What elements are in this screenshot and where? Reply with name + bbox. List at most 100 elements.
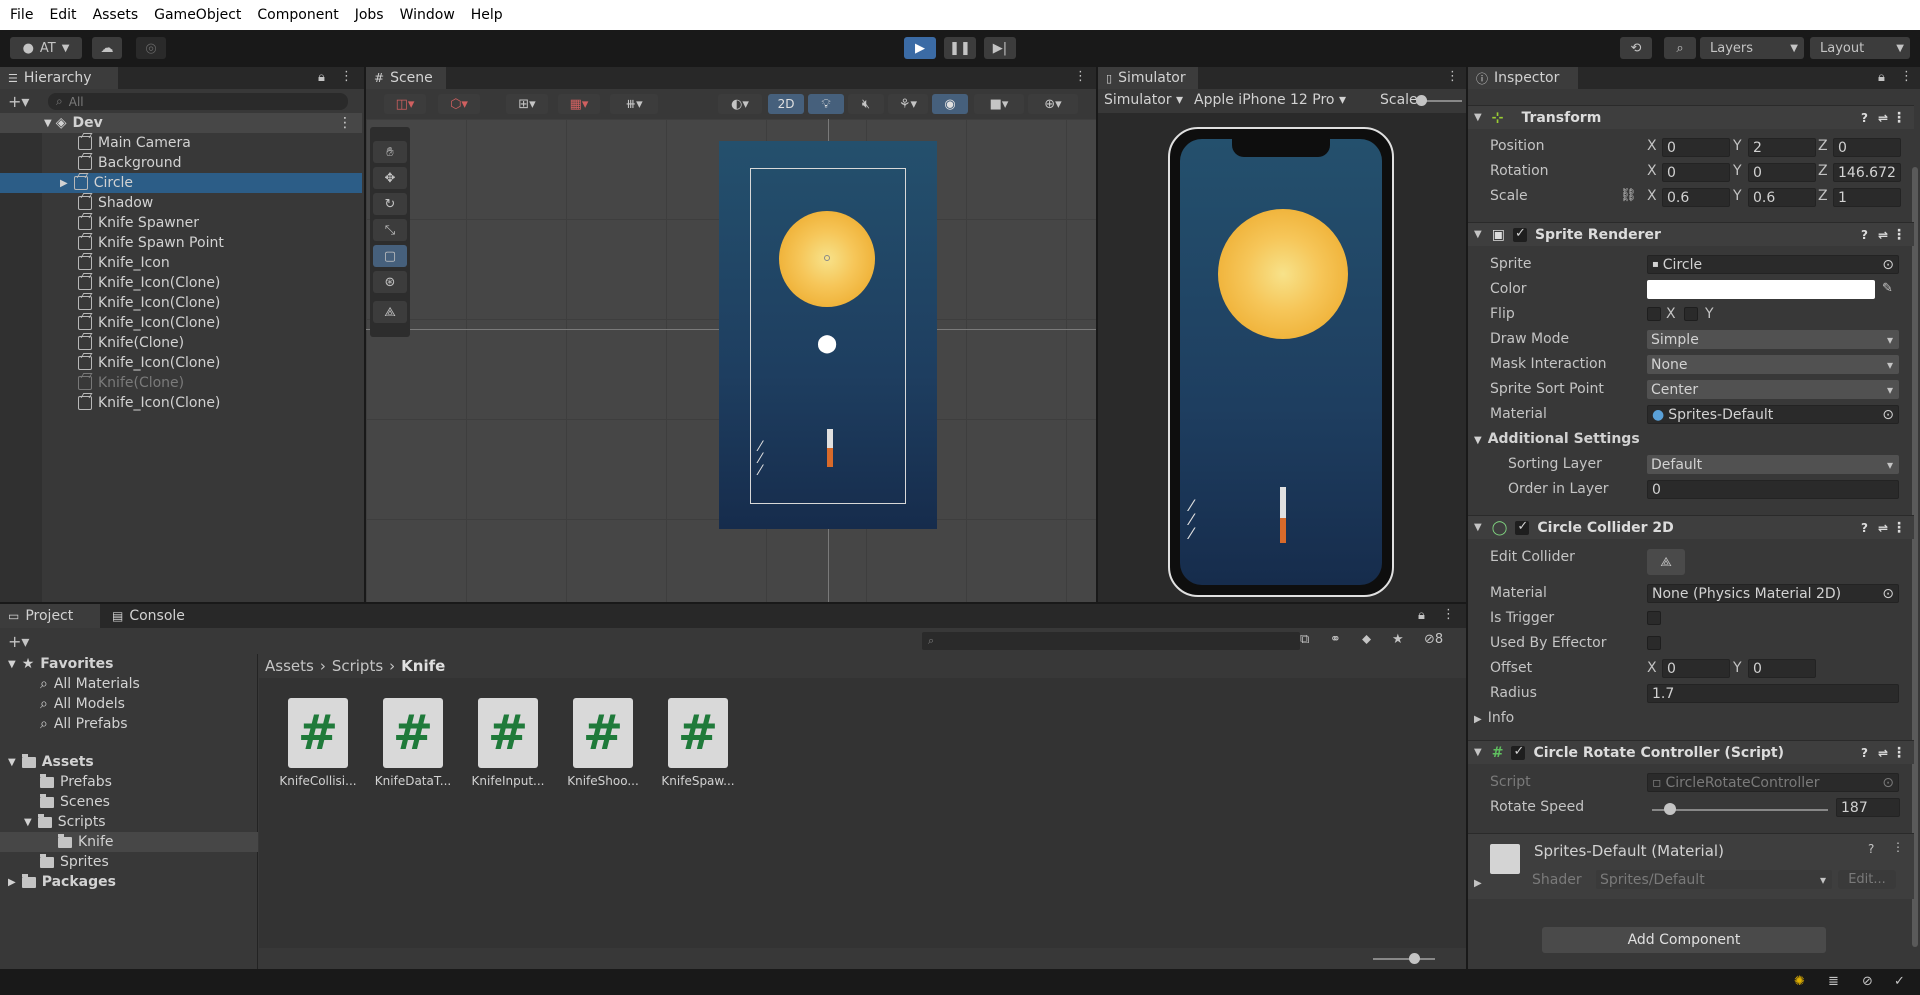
cloud-button[interactable]: ☁: [92, 37, 122, 59]
help-icon[interactable]: ?: [1868, 842, 1874, 856]
list-item[interactable]: Main Camera: [0, 133, 362, 153]
add-component-button[interactable]: Add Component: [1542, 927, 1826, 953]
scale-z-field[interactable]: 1: [1833, 188, 1901, 207]
breadcrumb-scripts[interactable]: Scripts: [332, 657, 383, 675]
custom-tool-button[interactable]: ⟁: [373, 301, 407, 323]
menu-jobs[interactable]: Jobs: [355, 7, 384, 23]
preset-icon[interactable]: ⇌: [1878, 111, 1888, 125]
history-button[interactable]: ⟲: [1620, 37, 1652, 59]
2d-toggle[interactable]: 2D: [768, 94, 804, 114]
list-item[interactable]: Knife_Icon(Clone): [0, 293, 362, 313]
lighting-toggle[interactable]: 💡︎: [808, 94, 844, 114]
position-z-field[interactable]: 0: [1833, 138, 1901, 157]
menu-window[interactable]: Window: [400, 7, 455, 23]
menu-help[interactable]: Help: [471, 7, 503, 23]
list-item-selected[interactable]: Knife: [0, 832, 258, 852]
render-mode-button[interactable]: ⬡▾: [438, 94, 480, 114]
camera-button[interactable]: ■▾: [974, 94, 1024, 114]
rotation-z-field[interactable]: 146.672: [1833, 163, 1901, 182]
sprite-renderer-header[interactable]: ▼ ▣ Sprite Renderer ? ⇌ ⋮: [1468, 222, 1914, 246]
script-file-icon[interactable]: #: [478, 698, 538, 768]
position-y-field[interactable]: 2: [1748, 138, 1816, 157]
rotate-tool-button[interactable]: ↻: [373, 193, 407, 215]
assets-foldout[interactable]: ▼ Assets: [8, 752, 94, 772]
additional-settings-foldout[interactable]: ▼ Additional Settings: [1474, 431, 1640, 447]
list-item-selected[interactable]: ▶ Circle: [0, 173, 362, 193]
object-picker-icon[interactable]: ⊙: [1882, 257, 1894, 273]
star-icon[interactable]: ★: [1392, 632, 1404, 647]
scale-slider-thumb[interactable]: [1416, 95, 1427, 106]
script-file-icon[interactable]: #: [383, 698, 443, 768]
database-icon[interactable]: ≣: [1828, 974, 1839, 989]
scene-canvas[interactable]: ⬤ ⁄ ⁄ ⁄: [366, 119, 1096, 602]
move-tool-button[interactable]: ✥: [373, 167, 407, 189]
more-icon[interactable]: ⋮: [1892, 745, 1906, 761]
edit-shader-button[interactable]: Edit...: [1838, 870, 1896, 889]
hand-tool-button[interactable]: ✋︎: [373, 141, 407, 163]
flip-x-checkbox[interactable]: [1647, 307, 1661, 321]
help-icon[interactable]: ?: [1861, 521, 1868, 535]
radius-field[interactable]: 1.7: [1647, 684, 1899, 703]
scale-tool-button[interactable]: ⤡: [373, 219, 407, 241]
color-swatch[interactable]: [1647, 280, 1875, 299]
object-picker-icon[interactable]: ⊙: [1882, 586, 1894, 602]
transform-tool-button[interactable]: ⊛: [373, 271, 407, 293]
preset-icon[interactable]: ⇌: [1878, 228, 1888, 242]
edit-collider-button[interactable]: ⟁: [1647, 549, 1685, 575]
preset-icon[interactable]: ⇌: [1878, 521, 1888, 535]
hierarchy-search-input[interactable]: ⌕ All: [48, 93, 348, 110]
menu-gameobject[interactable]: GameObject: [154, 7, 241, 23]
preset-icon[interactable]: ⇌: [1878, 746, 1888, 760]
list-item[interactable]: Knife(Clone): [0, 333, 362, 353]
script-file-label[interactable]: KnifeInput...: [463, 774, 553, 788]
gizmos-button[interactable]: ⊕▾: [1028, 94, 1078, 114]
position-x-field[interactable]: 0: [1662, 138, 1730, 157]
more-icon[interactable]: ⋮: [1446, 69, 1459, 84]
link-icon[interactable]: ⛓︎: [1620, 188, 1637, 203]
tab-project[interactable]: ▭ Project: [0, 604, 100, 628]
simulator-mode-dropdown[interactable]: Simulator ▾: [1104, 92, 1183, 108]
scale-x-field[interactable]: 0.6: [1662, 188, 1730, 207]
list-item[interactable]: Knife_Icon(Clone): [0, 273, 362, 293]
collider-enabled-checkbox[interactable]: [1515, 519, 1530, 535]
hidden-objects-toggle[interactable]: ◉: [932, 94, 968, 114]
effects-button[interactable]: ⚘▾: [888, 94, 928, 114]
rotate-speed-field[interactable]: 187: [1836, 798, 1900, 817]
sort-point-dropdown[interactable]: Center: [1647, 380, 1899, 399]
help-icon[interactable]: ?: [1861, 228, 1868, 242]
rotation-y-field[interactable]: 0: [1748, 163, 1816, 182]
list-item[interactable]: Sprites: [40, 852, 109, 872]
shading-button[interactable]: ◐▾: [718, 94, 762, 114]
list-item[interactable]: ⌕ All Prefabs: [40, 714, 128, 734]
more-icon[interactable]: ⋮: [1900, 69, 1913, 84]
list-item[interactable]: ▼ Scripts: [24, 812, 106, 832]
more-icon[interactable]: ⋮: [1892, 110, 1906, 126]
help-icon[interactable]: ?: [1861, 746, 1868, 760]
mask-interaction-dropdown[interactable]: None: [1647, 355, 1899, 374]
help-icon[interactable]: ?: [1861, 111, 1868, 125]
zoom-slider[interactable]: [1373, 958, 1435, 960]
lightbulb-icon[interactable]: ✺: [1794, 974, 1805, 989]
sprite-renderer-enabled-checkbox[interactable]: [1512, 226, 1527, 242]
more-icon[interactable]: ⋮: [1892, 227, 1906, 243]
lock-icon[interactable]: 🔒︎: [1418, 608, 1425, 623]
menu-file[interactable]: File: [10, 7, 33, 23]
tab-simulator[interactable]: ▯ Simulator: [1098, 67, 1198, 89]
rotate-speed-slider-thumb[interactable]: [1663, 803, 1676, 815]
script-file-icon[interactable]: #: [288, 698, 348, 768]
tab-hierarchy[interactable]: ☰ Hierarchy: [0, 67, 118, 89]
zoom-slider-thumb[interactable]: [1409, 953, 1420, 964]
menu-component[interactable]: Component: [257, 7, 338, 23]
script-file-icon[interactable]: #: [668, 698, 728, 768]
tab-scene[interactable]: # Scene: [366, 67, 446, 89]
script-file-label[interactable]: KnifeDataT...: [368, 774, 458, 788]
tab-inspector[interactable]: ⓘ Inspector: [1468, 67, 1578, 89]
grid-snap-button[interactable]: ▦▾: [558, 94, 600, 114]
favorites-foldout[interactable]: ▼ ★ Favorites: [8, 654, 113, 674]
collider-material-field[interactable]: None (Physics Material 2D) ⊙: [1647, 584, 1899, 603]
more-icon[interactable]: ⋮: [1892, 840, 1904, 854]
account-button[interactable]: ● AT ▼: [10, 37, 82, 59]
more-icon[interactable]: ⋮: [340, 69, 353, 84]
order-in-layer-field[interactable]: 0: [1647, 480, 1899, 499]
layout-dropdown[interactable]: Layout ▼: [1810, 37, 1910, 59]
